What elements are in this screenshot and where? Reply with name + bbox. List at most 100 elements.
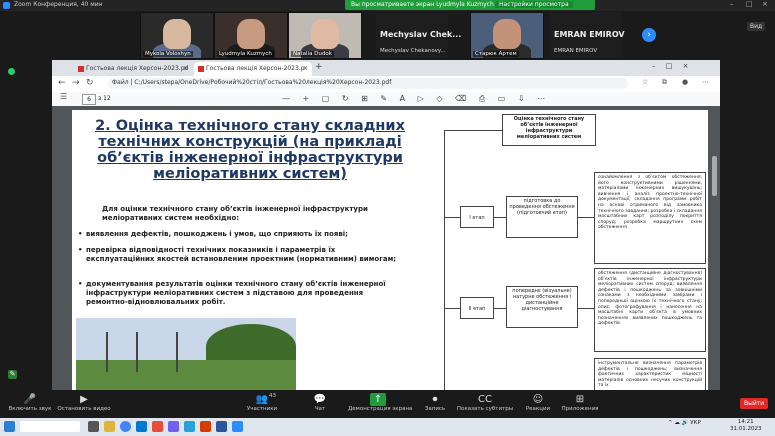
control-label: Остановить видео xyxy=(57,406,111,412)
view-button[interactable]: Вид xyxy=(747,22,766,31)
profile-icon[interactable]: ● xyxy=(682,78,688,86)
share-banner-text: Вы просматриваете экран Lyudmyla Kuzmych xyxy=(351,1,494,8)
window-title: Zoom Конференция, 40 мин xyxy=(14,1,103,8)
pdf-icon xyxy=(78,66,84,72)
reload-icon[interactable]: ↻ xyxy=(86,78,94,88)
diagram-top-box: Оцінка технічного стану об’єктів інженер… xyxy=(502,114,596,146)
control-label: Приложения xyxy=(561,406,599,412)
windows-start-icon[interactable] xyxy=(4,421,15,432)
participant-name: Lyudmyla Kuzmych xyxy=(217,51,274,57)
taskbar-clock[interactable]: 14:21 31.01.2023 xyxy=(730,419,762,433)
assessment-diagram: Оцінка технічного стану об’єктів інженер… xyxy=(432,110,708,390)
photo-pole xyxy=(136,332,138,372)
participant-tile[interactable]: Mykola Voloshyn xyxy=(140,12,214,59)
back-icon[interactable]: ← xyxy=(58,78,66,88)
participant-face xyxy=(237,19,265,49)
participant-display-name: EMRAN EMIROV xyxy=(554,30,625,39)
participant-name: Mykola Voloshyn xyxy=(143,51,193,57)
chrome-icon[interactable] xyxy=(120,421,131,432)
participant-display-name: Mechyslav Chek... xyxy=(380,30,462,39)
diagram-connector xyxy=(444,308,460,309)
zoom-taskbar-icon[interactable] xyxy=(232,421,243,432)
pdf-scrollbar[interactable] xyxy=(712,156,717,196)
task-view-icon[interactable] xyxy=(88,421,99,432)
annotate-pen-icon[interactable]: ✎ xyxy=(8,370,17,379)
page-number-input[interactable]: 6 xyxy=(82,94,96,105)
participant-tile[interactable]: Старюк Артем xyxy=(470,12,544,59)
subtitles-button[interactable]: CC Показать субтитры xyxy=(455,393,515,412)
browser-tab-bar: Гостьова лекція Херсон-2023.pd × Гостьова… xyxy=(52,60,720,76)
slide-intro: Для оцінки технічного стану об’єктів інж… xyxy=(102,205,368,222)
next-page-arrow-icon[interactable]: › xyxy=(642,28,656,42)
powerpoint-icon[interactable] xyxy=(200,421,211,432)
view-options-button[interactable]: Настройки просмотра xyxy=(495,1,573,8)
participant-tile[interactable]: Natalia Dudok xyxy=(288,12,362,59)
sidebar-menu-icon[interactable]: ☰ xyxy=(60,92,67,101)
apps-button[interactable]: ⊞ Приложения xyxy=(550,393,610,412)
forward-icon[interactable]: → xyxy=(72,78,80,88)
maximize-button[interactable]: □ xyxy=(746,0,753,8)
clock-time: 14:21 xyxy=(737,419,754,425)
browser-tab-active[interactable]: Гостьова лекція Херсон-2023.p × xyxy=(194,62,312,76)
control-label: Демонстрация экрана xyxy=(348,406,413,412)
system-tray[interactable]: ^ ☁ 🔊 УКР xyxy=(668,420,701,426)
browser-tab[interactable]: Гостьова лекція Херсон-2023.pd × xyxy=(74,62,192,76)
participant-strip: Mykola Voloshyn Lyudmyla Kuzmych Natalia… xyxy=(140,12,660,59)
chat-button[interactable]: 💬 Чат xyxy=(290,393,350,412)
zoom-control-bar: 🎤 Включить звук ▶ Остановить видео 👥 43 … xyxy=(0,391,775,418)
url-path: C:/Users/stepa/OneDrive/Робочий%20стіл/Г… xyxy=(134,79,392,86)
pdf-tool-icons[interactable]: — + ▢ ↻ ⊞ ✎ A ▷ ◇ ⌫ ⎙ ▭ ⇩ ⋯ xyxy=(282,94,545,104)
slide-title: 2. Оцінка технічного стану складних техн… xyxy=(95,118,405,182)
participant-face xyxy=(493,19,521,49)
url-input[interactable]: Файл | C:/Users/stepa/OneDrive/Робочий%2… xyxy=(108,78,628,89)
pdf-icon xyxy=(198,66,204,72)
control-label: Чат xyxy=(314,406,326,412)
control-label: Включить звук xyxy=(8,406,52,412)
edge-icon[interactable] xyxy=(136,421,147,432)
file-explorer-icon[interactable] xyxy=(104,421,115,432)
pdf-viewer[interactable]: 2. Оцінка технічного стану складних техн… xyxy=(52,106,720,390)
photo-grass xyxy=(76,360,296,390)
new-tab-button[interactable]: + xyxy=(315,62,323,72)
photo-pole xyxy=(106,332,108,372)
participant-name: Старюк Артем xyxy=(473,51,519,57)
extensions-icon[interactable]: ⧉ xyxy=(662,78,667,87)
word-icon[interactable] xyxy=(216,421,227,432)
security-shield-icon[interactable] xyxy=(8,68,15,75)
participant-name-tile[interactable]: EMRAN EMIROV EMRAN EMIROV xyxy=(550,12,625,57)
menu-icon[interactable]: ⋯ xyxy=(702,78,709,86)
browser-window-controls[interactable]: – □ × xyxy=(652,62,688,70)
pdf-page: 2. Оцінка технічного стану складних техн… xyxy=(72,110,708,390)
stage2-list-box: обстеження (дистанційне діагностування) … xyxy=(594,268,706,352)
control-label: Показать субтитры xyxy=(456,406,514,412)
participant-face xyxy=(311,19,339,49)
taskbar-search-input[interactable] xyxy=(20,421,80,432)
viber-icon[interactable] xyxy=(168,421,179,432)
participant-name: EMRAN EMIROV xyxy=(554,48,598,54)
share-screen-button[interactable]: ↑ Демонстрация экрана xyxy=(348,393,413,412)
mute-button[interactable]: 🎤 Включить звук xyxy=(0,393,60,412)
tab-label: Гостьова лекція Херсон-2023.p xyxy=(206,65,305,72)
participants-button[interactable]: 👥 43 Участники xyxy=(232,393,292,412)
close-tab-icon[interactable]: × xyxy=(303,65,308,72)
closed-captions-icon: CC xyxy=(478,394,492,405)
diagram-connector xyxy=(444,130,502,131)
page-total: з 12 xyxy=(98,95,111,102)
close-button[interactable]: × xyxy=(762,0,768,8)
share-screen-icon: ↑ xyxy=(370,393,386,406)
leave-meeting-button[interactable]: Выйти xyxy=(740,398,769,409)
close-tab-icon[interactable]: × xyxy=(183,65,188,72)
star-icon[interactable]: ☆ xyxy=(642,78,648,86)
shared-screen: Гостьова лекція Херсон-2023.pd × Гостьова… xyxy=(52,60,720,390)
participants-icon: 👥 xyxy=(255,394,269,405)
opera-icon[interactable] xyxy=(152,421,163,432)
pdf-toolbar: ☰ 6 з 12 — + ▢ ↻ ⊞ ✎ A ▷ ◇ ⌫ ⎙ ▭ ⇩ ⋯ xyxy=(52,92,720,107)
telegram-icon[interactable] xyxy=(184,421,195,432)
photo-irrigation-site xyxy=(76,318,296,390)
clock-date: 31.01.2023 xyxy=(730,426,762,432)
minimize-button[interactable]: – xyxy=(730,0,734,8)
participant-name-tile[interactable]: Mechyslav Chek... Mechyslav Chekanovy... xyxy=(376,12,461,57)
participant-tile[interactable]: Lyudmyla Kuzmych xyxy=(214,12,288,59)
windows-taskbar: ^ ☁ 🔊 УКР 14:21 31.01.2023 xyxy=(0,418,775,436)
stop-video-button[interactable]: ▶ Остановить видео xyxy=(54,393,114,412)
